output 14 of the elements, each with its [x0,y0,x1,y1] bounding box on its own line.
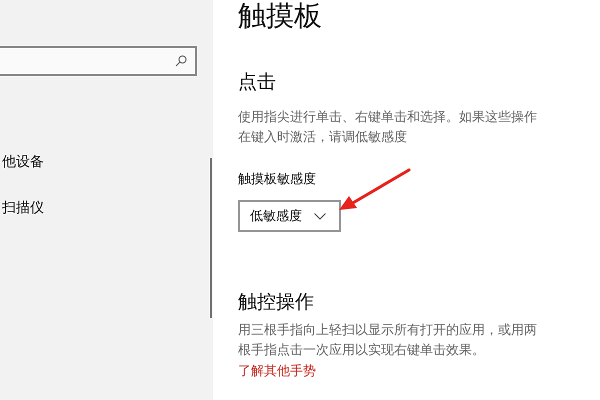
gestures-link[interactable]: 了解其他手势 [238,363,600,381]
sidebar-item[interactable]: 扫描仪 [2,198,213,218]
setting-label: 触摸板敏感度 [238,171,317,189]
page-title: 触摸板 [238,1,323,31]
search-icon [175,55,187,67]
section-description: 使用指尖进行单击、右键单击和选择。如果这些操作在键入时激活，请调低敏感度 [238,109,538,147]
section-heading: 触控操作 [238,290,315,314]
sensitivity-dropdown[interactable]: 低敏感度 [238,200,341,232]
scrollbar[interactable] [210,158,212,318]
caret-icon [314,212,326,220]
search-field[interactable] [0,46,197,76]
section-heading: 点击 [238,70,277,94]
sidebar-item[interactable]: 他设备 [2,152,213,172]
section-description: 用三根手指向上轻扫以显示所有打开的应用，或用两根手指点击一次应用以实现右键单击效果。 [238,322,538,360]
